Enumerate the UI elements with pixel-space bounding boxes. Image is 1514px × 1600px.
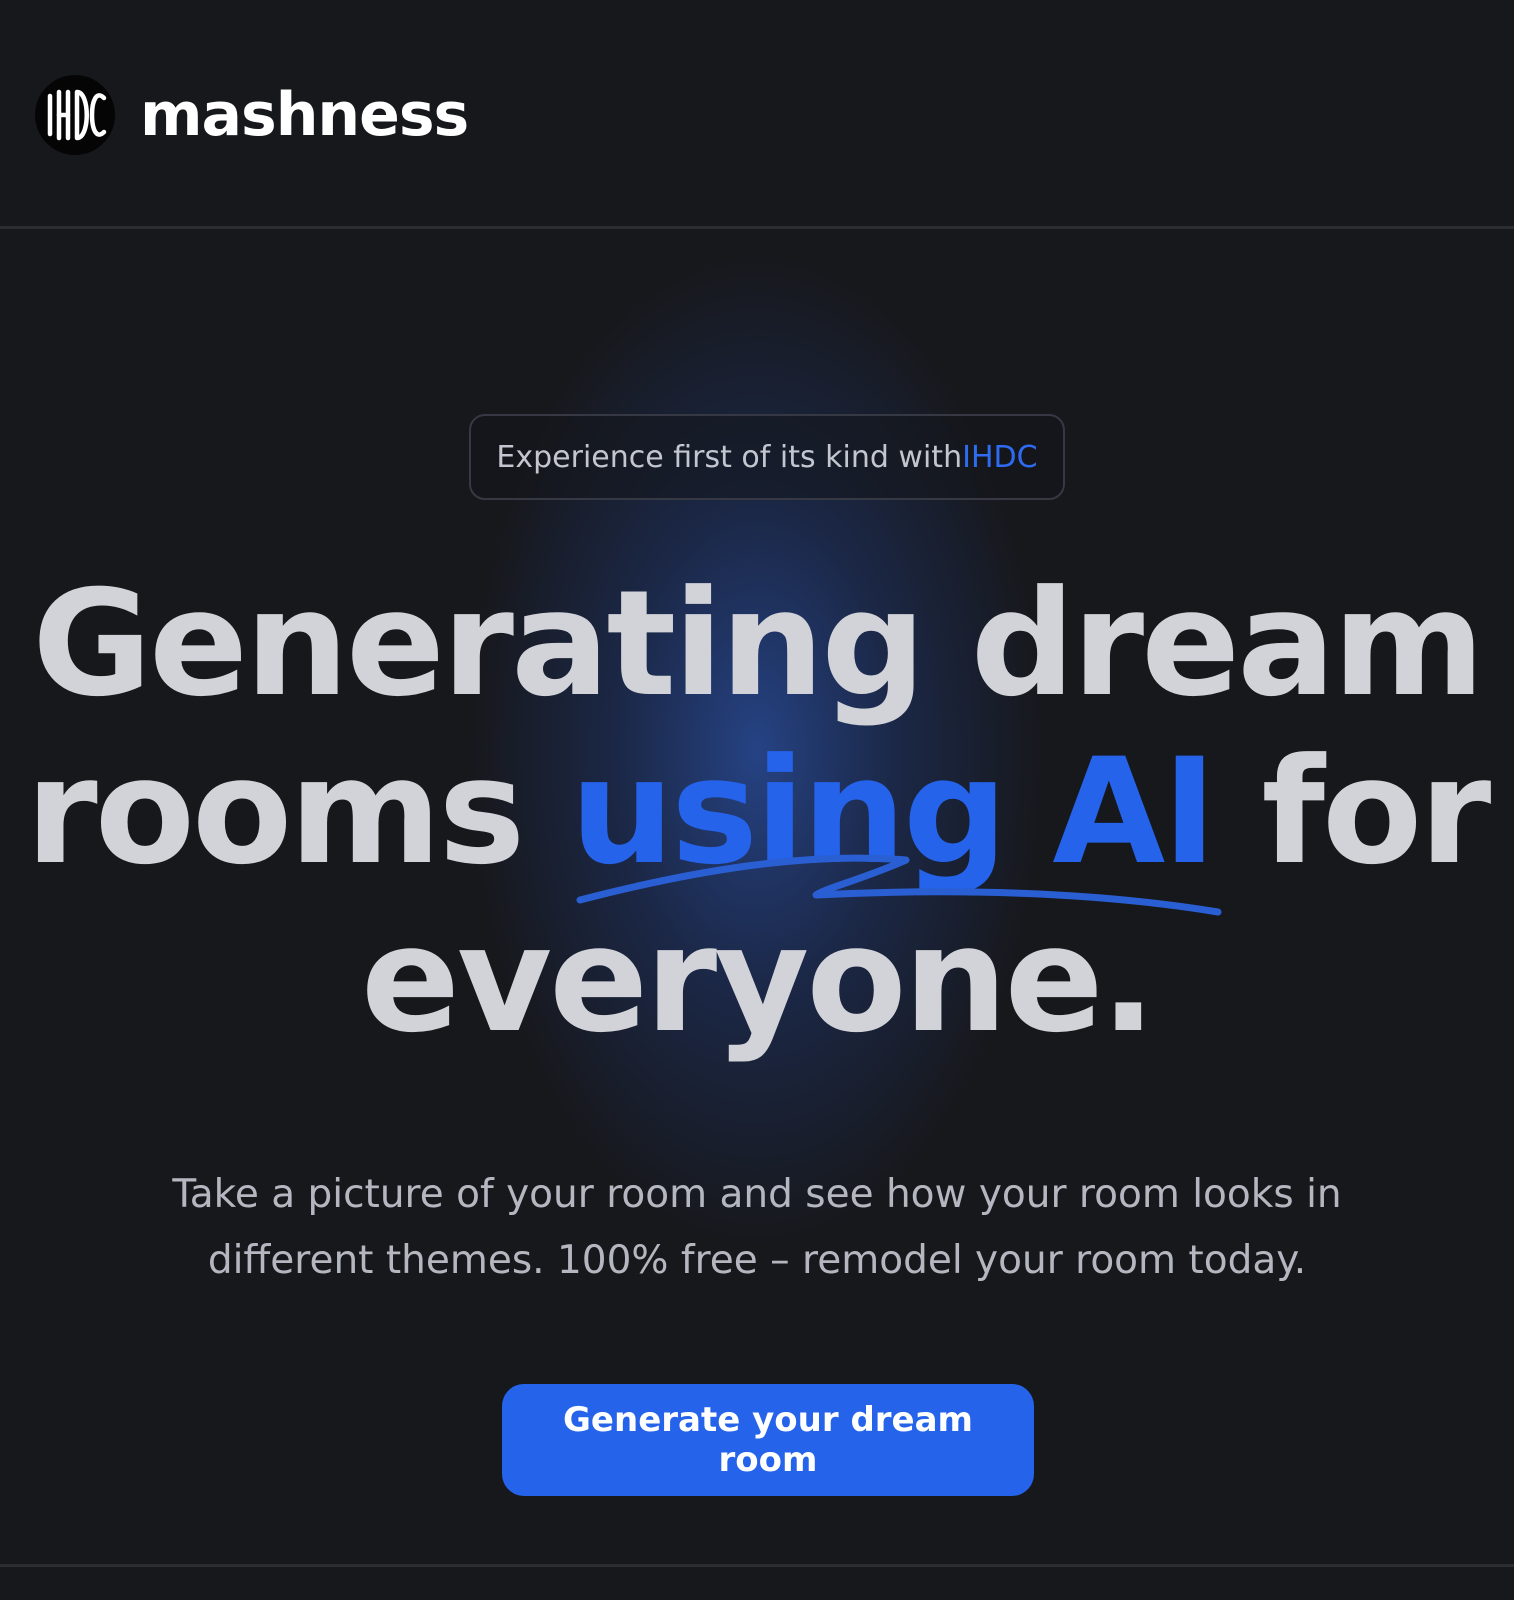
brand-name: mashness <box>140 80 469 150</box>
headline-highlight: using AI <box>570 727 1216 897</box>
ihdc-logo-icon <box>35 75 115 155</box>
generate-room-button[interactable]: Generate your dream room <box>502 1384 1034 1496</box>
hero-headline: Generating dream rooms using AI for ever… <box>0 560 1514 1064</box>
hero-subtitle: Take a picture of your room and see how … <box>172 1172 1342 1283</box>
announcement-text: Experience first of its kind with <box>496 439 963 475</box>
announcement-badge: Experience first of its kind with IHDC <box>469 414 1065 500</box>
site-header: mashness <box>0 0 1514 229</box>
footer-divider <box>0 1564 1514 1567</box>
brand-link[interactable]: mashness <box>34 74 469 156</box>
announcement-accent: IHDC <box>962 439 1038 475</box>
